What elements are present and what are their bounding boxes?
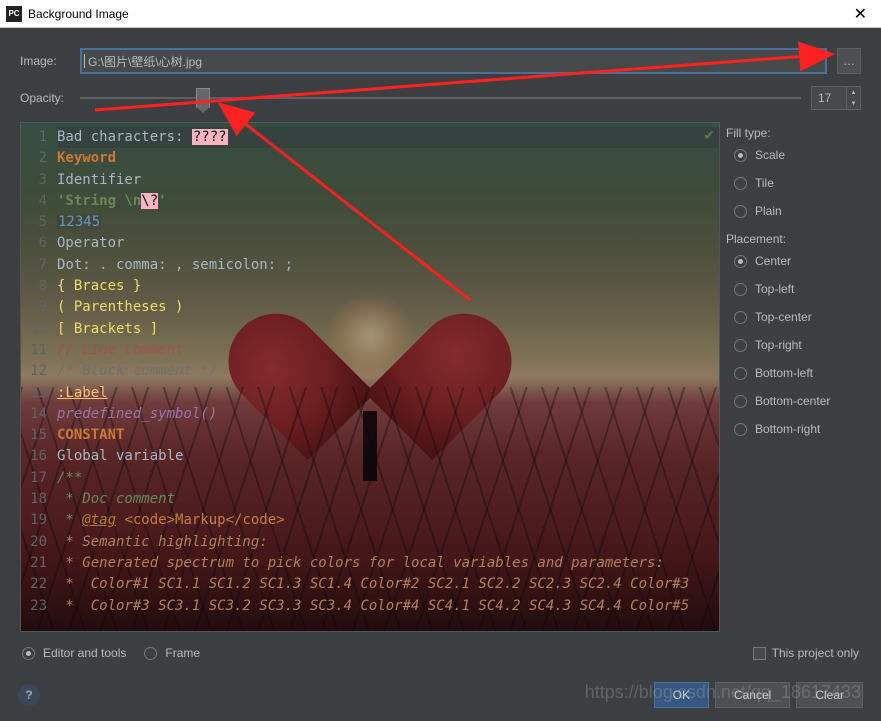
side-panel: Fill type: Scale Tile Plain Placement: Cen…	[726, 122, 861, 632]
preview-panel: ✔ 1234567891011121314151617181920212223 …	[20, 122, 720, 632]
code-preview: 1234567891011121314151617181920212223 Ba…	[21, 123, 719, 631]
radio-icon	[734, 395, 747, 408]
cancel-button[interactable]: Cancel	[715, 682, 790, 708]
spinner-up[interactable]: ▲	[847, 87, 860, 98]
radio-fill-scale[interactable]: Scale	[734, 148, 861, 162]
placement-title: Placement:	[726, 232, 861, 246]
radio-place-center[interactable]: Center	[734, 254, 861, 268]
close-button[interactable]: ✕	[846, 4, 875, 24]
checkbox-project-only[interactable]: This project only	[753, 646, 859, 660]
radio-place-bottom-left[interactable]: Bottom-left	[734, 366, 861, 380]
radio-frame[interactable]: Frame	[144, 646, 200, 660]
fill-type-title: Fill type:	[726, 126, 861, 140]
radio-place-top-left[interactable]: Top-left	[734, 282, 861, 296]
opacity-value-input[interactable]: 17 ▲ ▼	[811, 86, 861, 110]
radio-icon	[734, 339, 747, 352]
radio-icon	[734, 367, 747, 380]
titlebar: PC Background Image ✕	[0, 0, 881, 28]
radio-icon	[734, 205, 747, 218]
radio-icon	[734, 423, 747, 436]
radio-icon	[734, 177, 747, 190]
radio-place-top-right[interactable]: Top-right	[734, 338, 861, 352]
checkbox-icon	[753, 647, 766, 660]
chevron-down-icon[interactable]	[803, 53, 819, 69]
slider-thumb[interactable]	[196, 88, 210, 108]
radio-place-bottom-center[interactable]: Bottom-center	[734, 394, 861, 408]
radio-icon	[734, 255, 747, 268]
radio-icon	[734, 283, 747, 296]
radio-fill-tile[interactable]: Tile	[734, 176, 861, 190]
image-path-combo[interactable]: G:\图片\壁纸\心树.jpg	[80, 48, 827, 74]
radio-icon	[734, 311, 747, 324]
radio-place-top-center[interactable]: Top-center	[734, 310, 861, 324]
spinner-down[interactable]: ▼	[847, 98, 860, 109]
radio-editor-and-tools[interactable]: Editor and tools	[22, 646, 126, 660]
help-button[interactable]: ?	[18, 684, 40, 706]
radio-icon	[144, 647, 157, 660]
radio-fill-plain[interactable]: Plain	[734, 204, 861, 218]
app-icon: PC	[6, 6, 22, 22]
clear-button[interactable]: Clear	[796, 682, 863, 708]
ok-button[interactable]: OK	[654, 682, 709, 708]
image-label: Image:	[20, 54, 70, 68]
browse-button[interactable]: …	[837, 48, 861, 74]
window-title: Background Image	[28, 7, 846, 21]
gutter: 1234567891011121314151617181920212223	[21, 127, 53, 631]
opacity-slider[interactable]	[80, 90, 801, 106]
radio-icon	[22, 647, 35, 660]
radio-icon	[734, 149, 747, 162]
radio-place-bottom-right[interactable]: Bottom-right	[734, 422, 861, 436]
image-path-value: G:\图片\壁纸\心树.jpg	[88, 53, 202, 70]
opacity-label: Opacity:	[20, 91, 70, 105]
